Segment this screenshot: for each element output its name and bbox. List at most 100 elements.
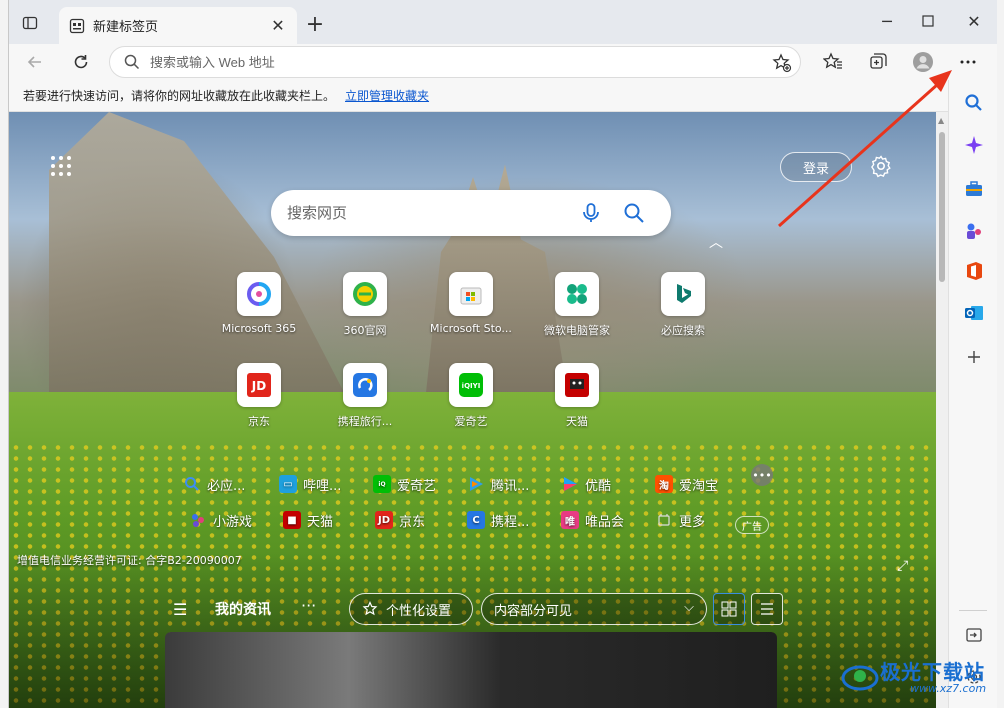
bing-icon <box>661 272 705 316</box>
refresh-button[interactable] <box>67 48 95 76</box>
quicklink-iqiyi[interactable]: iQ 爱奇艺 <box>373 472 436 496</box>
tab-new-tab[interactable]: 新建标签页 ✕ <box>59 7 297 44</box>
tile-360[interactable]: 360官网 <box>320 272 410 348</box>
tile-label: 京东 <box>248 415 270 428</box>
search-submit-icon[interactable] <box>623 202 645 224</box>
personalize-button[interactable]: 个性化设置 <box>349 593 473 625</box>
back-arrow-icon <box>27 56 41 68</box>
sidebar-copilot-button[interactable] <box>961 132 987 158</box>
tmall-icon <box>555 363 599 407</box>
sidebar-games-button[interactable] <box>961 218 987 244</box>
jd-icon: JD <box>237 363 281 407</box>
browser-window: 新建标签页 ✕ + ─ ✕ 搜索或输入 Web 地址 若要进行快速访问，请将你的… <box>8 0 997 708</box>
quicklinks-more-icon[interactable]: ••• <box>751 464 773 486</box>
ad-badge[interactable]: 广告 <box>735 516 769 534</box>
list-view-button[interactable] <box>751 593 783 625</box>
sidebar-office-button[interactable] <box>961 258 987 284</box>
hamburger-menu-icon[interactable]: ☰ <box>173 600 187 619</box>
quicklink-label: 更多 <box>679 514 706 530</box>
quicklink-games[interactable]: 小游戏 <box>189 508 252 532</box>
tab-close-icon[interactable]: ✕ <box>269 16 287 35</box>
svg-text:JD: JD <box>251 379 266 393</box>
sidebar-tools-button[interactable] <box>961 176 987 202</box>
settings-more-button[interactable] <box>954 48 982 76</box>
sidebar-outlook-button[interactable] <box>961 300 987 326</box>
quicklink-jd[interactable]: JD 京东 <box>375 508 425 532</box>
quicklink-tencent-video[interactable]: 腾讯... <box>467 472 529 496</box>
tile-ctrip[interactable]: 携程旅行... <box>320 363 410 439</box>
scroll-up-icon[interactable]: ▲ <box>938 116 944 125</box>
tile-pc-manager[interactable]: 微软电脑管家 <box>532 272 622 348</box>
microphone-icon[interactable] <box>581 202 601 224</box>
tile-tmall[interactable]: 天猫 <box>532 363 622 439</box>
back-button[interactable] <box>21 48 49 76</box>
tab-actions-button[interactable] <box>19 12 41 34</box>
new-tab-button[interactable]: + <box>303 12 327 37</box>
grid-view-icon <box>721 601 737 617</box>
news-card[interactable] <box>165 632 777 708</box>
add-favorite-button[interactable] <box>772 53 792 77</box>
quicklink-youku[interactable]: 优酷 <box>561 472 611 496</box>
grid-view-button[interactable] <box>713 593 745 625</box>
search-icon <box>183 475 201 493</box>
tencent-video-icon <box>467 475 485 493</box>
quicklink-tmall[interactable]: ■ 天猫 <box>283 508 333 532</box>
jd-icon: JD <box>375 511 393 529</box>
address-bar[interactable] <box>109 46 801 78</box>
minimize-button[interactable]: ─ <box>874 10 900 32</box>
tile-microsoft-store[interactable]: Microsoft Sto... <box>426 272 516 348</box>
sidebar-search-button[interactable] <box>961 90 987 116</box>
feed-title[interactable]: 我的资讯 <box>215 599 271 619</box>
quicklink-bilibili[interactable]: ▭ 哔哩... <box>279 472 341 496</box>
office-icon <box>967 262 982 280</box>
star-add-icon <box>772 53 792 73</box>
maximize-icon <box>922 15 934 27</box>
new-tab-content: 登录 ︿ Microsoft 365 360官网 Microsoft Sto..… <box>9 112 936 708</box>
close-window-button[interactable]: ✕ <box>961 10 987 32</box>
tile-label: 必应搜索 <box>661 324 705 337</box>
hide-sidebar-button[interactable] <box>961 622 987 648</box>
apps-launcher-icon[interactable] <box>51 156 73 178</box>
site-watermark: 极光下载站 www.xz7.com <box>840 652 1000 702</box>
tile-label: 携程旅行... <box>337 415 393 428</box>
chevron-up-icon[interactable]: ︿ <box>709 232 723 252</box>
maximize-button[interactable] <box>915 10 941 32</box>
collections-button[interactable] <box>864 48 892 76</box>
quicklink-bing[interactable]: 必应... <box>183 472 245 496</box>
quick-links: 必应... ▭ 哔哩... iQ 爱奇艺 腾讯... 优酷 淘爱淘宝 ••• 小游戏… <box>167 460 779 542</box>
tile-label: Microsoft Sto... <box>430 322 512 335</box>
toolbar <box>9 44 997 80</box>
360-icon <box>343 272 387 316</box>
game-pieces-icon <box>967 223 981 239</box>
quicklink-ctrip[interactable]: C 携程... <box>467 508 529 532</box>
page-settings-button[interactable] <box>869 154 893 178</box>
tile-bing[interactable]: 必应搜索 <box>638 272 728 348</box>
quicklink-taobao[interactable]: 淘爱淘宝 <box>655 472 718 496</box>
scroll-thumb[interactable] <box>939 132 945 282</box>
tile-jd[interactable]: JD 京东 <box>214 363 304 439</box>
profile-button[interactable] <box>909 48 937 76</box>
tile-microsoft-365[interactable]: Microsoft 365 <box>214 272 304 348</box>
page-scrollbar[interactable]: ▲ <box>936 112 948 708</box>
refresh-icon <box>74 55 88 69</box>
quicklink-vip[interactable]: 唯唯品会 <box>561 508 624 532</box>
tile-iqiyi[interactable]: iQIYI 爱奇艺 <box>426 363 516 439</box>
address-input[interactable] <box>150 54 730 70</box>
web-search-box[interactable] <box>271 190 671 236</box>
quicklink-more[interactable]: 更多 <box>655 508 705 532</box>
chevron-down-icon: ⌵ <box>684 600 694 615</box>
content-visibility-dropdown[interactable]: 内容部分可见 ⌵ <box>481 593 707 625</box>
iqiyi-icon: iQIYI <box>449 363 493 407</box>
tab-strip: 新建标签页 ✕ + ─ ✕ <box>9 0 997 44</box>
feed-more-icon[interactable]: ··· <box>301 596 316 615</box>
ctrip-icon: C <box>467 511 485 529</box>
favorites-button[interactable] <box>819 48 847 76</box>
tile-label: 微软电脑管家 <box>544 324 610 337</box>
svg-text:iQIYI: iQIYI <box>462 382 481 390</box>
expand-icon[interactable]: ⤢ <box>897 558 908 574</box>
login-button[interactable]: 登录 <box>780 152 852 182</box>
manage-favorites-link[interactable]: 立即管理收藏夹 <box>345 87 429 104</box>
sidebar-add-button[interactable] <box>961 344 987 370</box>
web-search-input[interactable] <box>287 204 557 222</box>
new-tab-page-icon <box>69 18 85 33</box>
